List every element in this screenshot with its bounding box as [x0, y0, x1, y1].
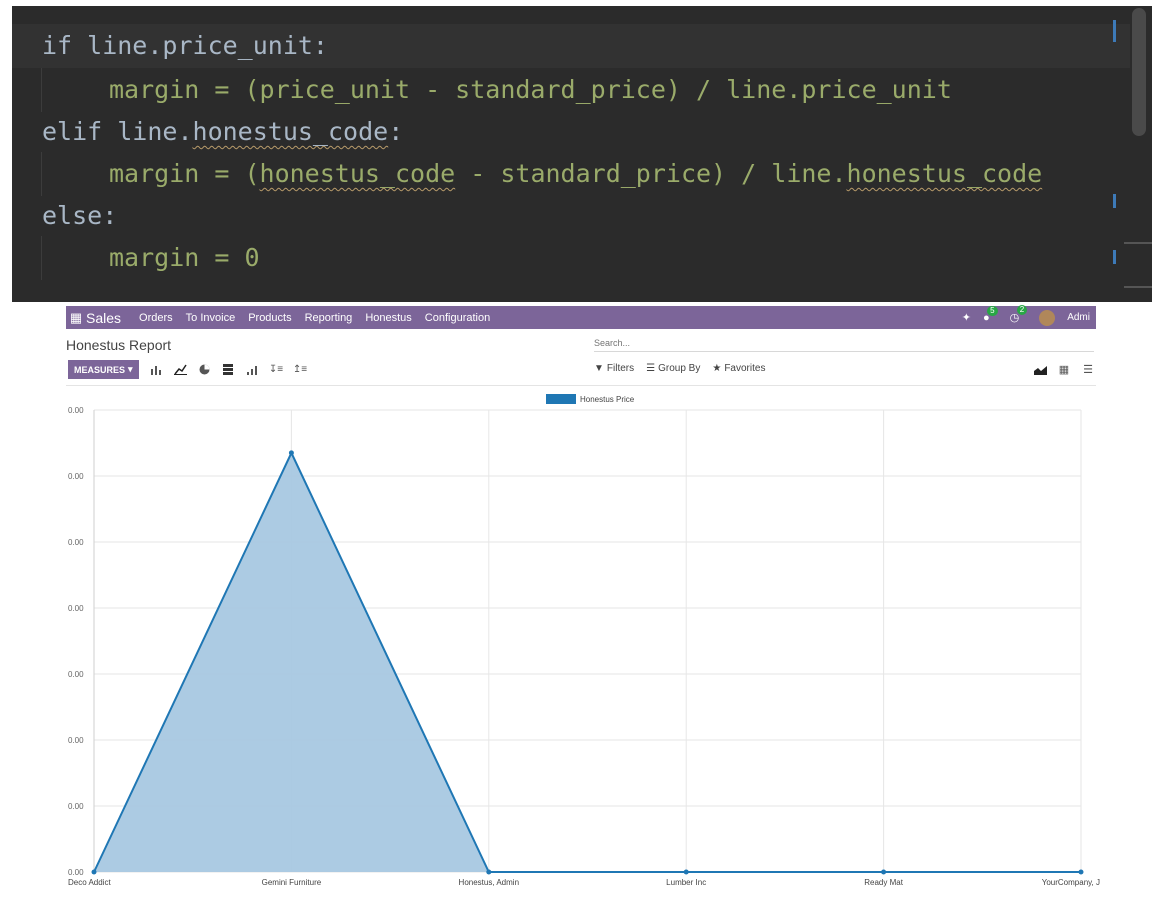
y-tick-label: 0.00	[68, 868, 84, 877]
editor-divider	[1124, 242, 1152, 244]
control-panel: Honestus Report MEASURES ▾ ↧≡ ↥≡ ▼Filter…	[66, 330, 1096, 386]
page-title: Honestus Report	[66, 337, 172, 353]
y-tick-label: 0.00	[68, 670, 84, 679]
change-marker	[1113, 194, 1116, 208]
y-tick-label: 0.00	[68, 736, 84, 745]
graph-view-icon[interactable]	[1032, 362, 1048, 377]
bar-chart-icon[interactable]	[148, 362, 164, 377]
menu-reporting[interactable]: Reporting	[305, 312, 353, 324]
group-by-label: Group By	[658, 363, 701, 374]
pie-chart-icon[interactable]	[196, 362, 212, 377]
editor-divider	[1124, 286, 1152, 288]
data-point	[683, 869, 689, 875]
y-tick-label: 0.00	[68, 472, 84, 481]
change-marker	[1113, 34, 1116, 42]
stacked-icon[interactable]	[220, 362, 236, 377]
x-tick-label: Honestus, Admin	[459, 878, 519, 887]
avatar[interactable]	[1039, 309, 1056, 326]
legend-swatch	[546, 394, 576, 404]
chart-area: 0.00 0.00 0.00 0.00 0.00 0.00 0.00 0.00 Deco Add…	[0, 386, 1152, 904]
top-navbar: ▦ Sales Orders To Invoice Products Repor…	[66, 305, 1096, 329]
menu-honestus[interactable]: Honestus	[365, 312, 411, 324]
star-icon: ★	[712, 363, 722, 374]
y-tick-label: 0.00	[68, 538, 84, 547]
code-line-5[interactable]: else:	[42, 194, 117, 238]
list-view-icon[interactable]: ☰	[1080, 362, 1096, 377]
graph-type-toolbar: ↧≡ ↥≡	[148, 362, 308, 377]
code-line-6[interactable]: margin = 0	[109, 236, 260, 280]
code-line-4[interactable]: margin = (honestus_code - standard_price…	[109, 152, 1042, 196]
menu-configuration[interactable]: Configuration	[425, 312, 490, 324]
data-point	[91, 869, 97, 875]
code-line-1[interactable]: if line.price_unit:	[42, 24, 328, 68]
caret-down-icon: ▾	[128, 364, 133, 374]
x-tick-label: Lumber Inc	[666, 878, 706, 887]
filters-label: Filters	[606, 363, 635, 374]
data-point	[1078, 869, 1084, 875]
x-tick-label: Gemini Furniture	[262, 878, 322, 887]
chat-badge: 5	[987, 305, 998, 316]
measures-label: MEASURES	[74, 364, 126, 375]
code-line-3[interactable]: elif line.honestus_code:	[42, 110, 403, 154]
filter-icon: ▼	[594, 363, 604, 374]
editor-scrollbar[interactable]	[1132, 8, 1146, 136]
menu-to-invoice[interactable]: To Invoice	[186, 312, 236, 324]
sort-descending-icon[interactable]: ↧≡	[268, 362, 284, 377]
pivot-view-icon[interactable]: ▦	[1056, 362, 1072, 377]
line-chart-icon[interactable]	[172, 362, 188, 377]
favorites-label: Favorites	[724, 363, 766, 374]
indent-guide	[41, 152, 42, 196]
x-tick-label: YourCompany, J	[1042, 878, 1100, 887]
activity-badge: 2	[1016, 305, 1028, 315]
legend-label: Honestus Price	[580, 395, 635, 404]
view-switcher: ▦ ☰	[1032, 362, 1096, 377]
indent-guide	[41, 68, 42, 112]
menu-orders[interactable]: Orders	[139, 312, 173, 324]
debug-bug-icon[interactable]: ✦	[962, 311, 971, 324]
y-tick-label: 0.00	[68, 802, 84, 811]
x-tick-label: Deco Addict	[68, 878, 111, 887]
menu-products[interactable]: Products	[248, 312, 291, 324]
chat-icon[interactable]: ● 5	[983, 305, 998, 324]
sort-ascending-icon[interactable]: ↥≡	[292, 362, 308, 377]
apps-grid-icon[interactable]: ▦	[66, 310, 86, 326]
favorites-toggle[interactable]: ★ Favorites	[712, 363, 765, 374]
code-line-2[interactable]: margin = (price_unit - standard_price) /…	[109, 68, 952, 112]
group-by-toggle[interactable]: ☰ Group By	[646, 363, 700, 374]
area-chart: 0.000.000.000.000.000.000.000.00Deco Add…	[68, 394, 1100, 887]
search-options: ▼ Filters ☰ Group By ★ Favorites	[594, 363, 765, 374]
app-name[interactable]: Sales	[86, 310, 121, 326]
data-point	[288, 450, 294, 456]
user-name[interactable]: Admi	[1067, 312, 1090, 323]
series-area-fill	[94, 452, 1081, 872]
data-point	[881, 869, 887, 875]
change-marker	[1113, 250, 1116, 264]
activity-clock-icon[interactable]: ◷ 2	[1010, 305, 1028, 324]
measures-button[interactable]: MEASURES ▾	[68, 360, 139, 379]
indent-guide	[41, 236, 42, 280]
change-marker	[1113, 20, 1116, 34]
layers-icon: ☰	[646, 363, 656, 374]
data-point	[486, 869, 492, 875]
y-tick-label: 0.00	[68, 406, 84, 415]
x-tick-label: Ready Mat	[864, 878, 903, 887]
code-editor: if line.price_unit: margin = (price_unit…	[12, 6, 1152, 302]
y-tick-label: 0.00	[68, 604, 84, 613]
filters-toggle[interactable]: ▼ Filters	[594, 363, 634, 374]
search-input[interactable]	[594, 334, 1094, 352]
cumulative-icon[interactable]	[244, 362, 260, 377]
